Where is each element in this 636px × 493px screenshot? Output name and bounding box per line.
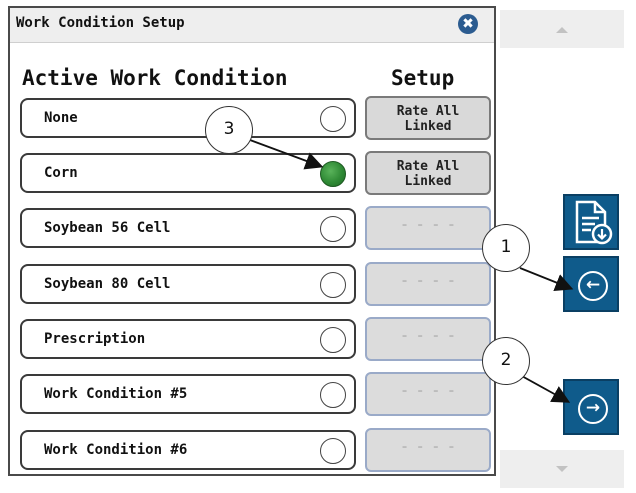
callout-arrow-3: [249, 139, 324, 170]
callout-1: 1: [482, 224, 530, 272]
callout-arrow-2: [519, 374, 571, 403]
callout-arrow-1: [519, 267, 574, 292]
callout-2: 2: [482, 337, 530, 385]
callout-arrows: [249, 139, 574, 403]
callout-3: 3: [205, 106, 253, 154]
